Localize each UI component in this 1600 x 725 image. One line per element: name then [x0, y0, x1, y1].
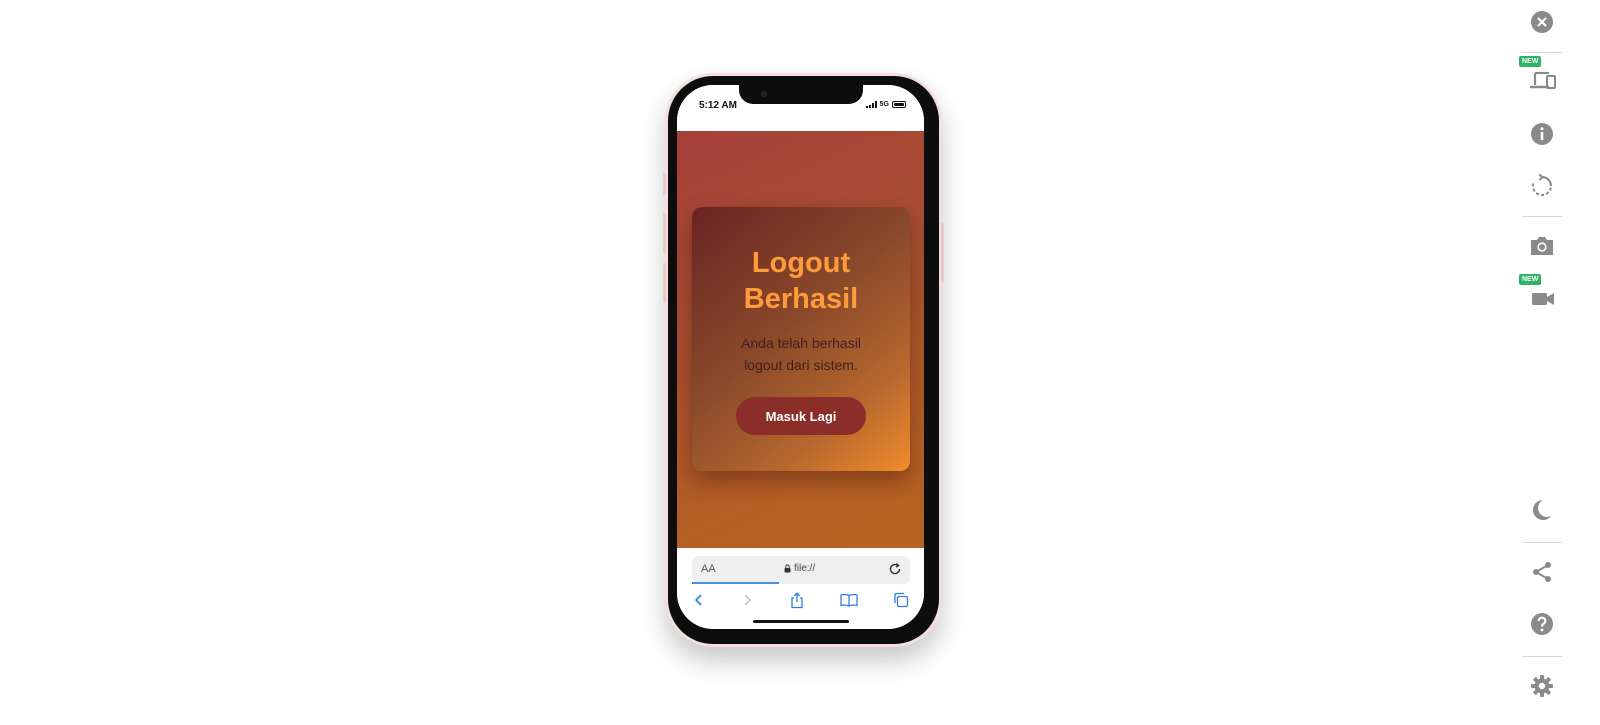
sidebar-divider — [1522, 656, 1562, 657]
devices-icon[interactable]: NEW — [1519, 56, 1562, 98]
front-camera — [761, 91, 767, 97]
back-icon[interactable] — [688, 589, 710, 611]
text-size-button[interactable]: AA — [701, 563, 716, 575]
sidebar-divider — [1522, 52, 1562, 53]
share-icon[interactable] — [786, 589, 808, 611]
address-bar[interactable]: AA file:// — [692, 556, 910, 584]
battery-icon — [892, 101, 906, 108]
power-button — [941, 223, 944, 283]
volume-up-button — [663, 213, 666, 253]
close-icon[interactable] — [1522, 2, 1562, 42]
login-again-button[interactable]: Masuk Lagi — [736, 397, 866, 435]
url-display[interactable]: file:// — [784, 563, 815, 574]
share-icon[interactable] — [1522, 552, 1562, 592]
card-title: Logout Berhasil — [743, 247, 859, 315]
notch — [739, 85, 863, 104]
lock-icon — [784, 564, 791, 573]
browser-chrome: AA file:// — [677, 548, 924, 629]
url-text: file:// — [794, 563, 816, 574]
bookmarks-icon[interactable] — [838, 589, 860, 611]
status-bar: 5:12 AM 5G — [677, 85, 924, 131]
volume-down-button — [663, 263, 666, 303]
help-icon[interactable] — [1522, 604, 1562, 644]
status-time: 5:12 AM — [699, 100, 737, 111]
screenshot-icon[interactable] — [1522, 226, 1562, 266]
new-badge: NEW — [1519, 56, 1542, 67]
forward-icon — [736, 589, 758, 611]
signal-icon — [865, 101, 877, 108]
card-message: Anda telah berhasil logout dari sistem. — [741, 335, 861, 373]
status-indicators: 5G — [865, 101, 906, 108]
phone-screen: 5:12 AM 5G Logout Berhasil Anda telah be… — [677, 85, 924, 629]
dark-mode-icon[interactable] — [1522, 490, 1562, 530]
sidebar-divider — [1522, 542, 1562, 543]
mute-switch — [663, 173, 666, 195]
network-label: 5G — [879, 101, 889, 108]
browser-toolbar — [677, 589, 924, 611]
stage: 5:12 AM 5G Logout Berhasil Anda telah be… — [0, 0, 1600, 725]
rotate-icon[interactable] — [1522, 166, 1562, 206]
reload-icon[interactable] — [888, 562, 902, 581]
sidebar-divider — [1522, 216, 1562, 217]
web-content: Logout Berhasil Anda telah berhasil logo… — [677, 131, 924, 548]
new-badge: NEW — [1519, 274, 1542, 285]
phone-mockup: 5:12 AM 5G Logout Berhasil Anda telah be… — [663, 73, 944, 647]
tabs-icon[interactable] — [890, 589, 912, 611]
info-icon[interactable] — [1522, 114, 1562, 154]
page-load-progress — [692, 582, 779, 584]
home-indicator — [753, 620, 849, 623]
logout-card: Logout Berhasil Anda telah berhasil logo… — [692, 207, 910, 471]
video-record-icon[interactable]: NEW — [1519, 274, 1562, 316]
settings-icon[interactable] — [1522, 666, 1562, 706]
